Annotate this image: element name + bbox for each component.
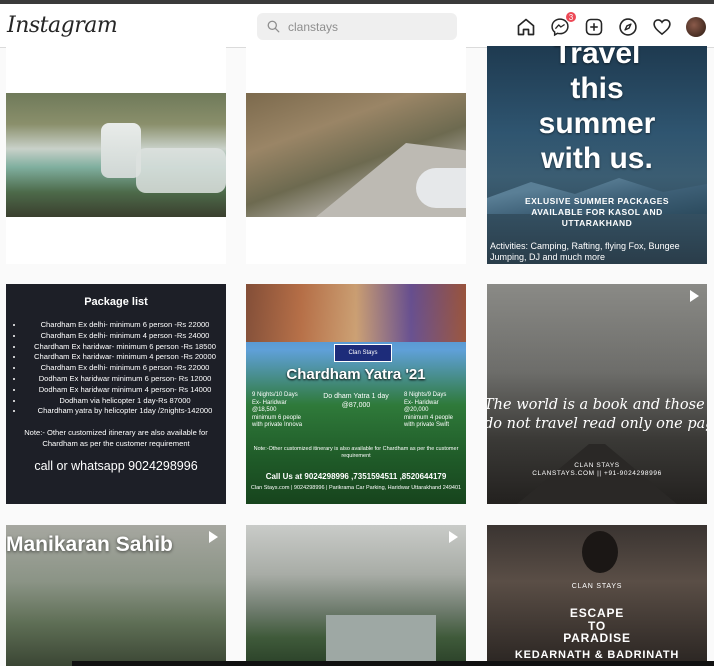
post-lake-valley[interactable] <box>246 525 466 666</box>
search-input[interactable] <box>288 19 448 34</box>
heart-icon <box>653 19 671 36</box>
poster-activities: Activities: Camping, Rafting, flying Fox… <box>490 241 680 262</box>
home-button[interactable] <box>515 16 537 38</box>
post-world-book-quote[interactable]: The world is a book and those who do not… <box>487 284 707 504</box>
package-call: call or whatsapp 9024298996 <box>34 459 198 474</box>
messenger-badge: 3 <box>565 11 577 23</box>
video-icon <box>209 531 218 543</box>
avatar <box>686 17 706 37</box>
package-item: Dodham Ex haridwar minimum 4 person- Rs … <box>24 385 226 396</box>
video-icon <box>449 531 458 543</box>
package-item: Chardham Ex haridwar- minimum 6 person -… <box>24 342 226 353</box>
chardham-footer: Clan Stays.com | 9024298996 | Parikrama … <box>250 485 462 491</box>
escape-brand: CLAN STAYS <box>571 583 623 590</box>
instagram-logo[interactable]: Instagram <box>7 13 118 38</box>
chardham-call: Call Us at 9024298996 ,7351594511 ,85206… <box>265 472 447 481</box>
home-icon <box>517 18 535 36</box>
escape-places: KEDARNATH & BADRINATH <box>514 649 680 661</box>
clan-stays-logo: Clan Stays <box>334 344 392 362</box>
manikaran-title: Manikaran Sahib <box>6 533 173 556</box>
mountain-road-image <box>246 93 466 217</box>
poster-headline: Travel this summer with us. <box>538 46 656 175</box>
lake-water <box>326 615 436 666</box>
person-silhouette <box>582 531 618 573</box>
chardham-note: Note:-Other customized itinerary is also… <box>253 446 459 459</box>
profile-button[interactable] <box>685 16 707 38</box>
poster-packages: EXLUSIVE SUMMER PACKAGES AVAILABLE FOR K… <box>524 196 670 228</box>
video-icon <box>690 290 699 302</box>
new-post-icon <box>585 18 603 36</box>
chardham-center-offer: Do dham Yatra 1 day @87,000 <box>323 393 389 409</box>
explore-grid: Travel this summer with us. EXLUSIVE SUM… <box>0 46 714 666</box>
post-chardham-yatra[interactable]: Clan Stays Chardham Yatra '21 9 Nights/1… <box>246 284 466 504</box>
package-item: Chardham Ex delhi- minimum 6 person -Rs … <box>24 363 226 374</box>
package-item: Chardham Ex haridwar- minimum 4 person -… <box>24 352 226 363</box>
package-item: Dodham Ex haridwar minimum 6 person- Rs … <box>24 374 226 385</box>
waterfall-image <box>6 93 226 217</box>
horizontal-scrollbar[interactable] <box>72 661 714 666</box>
post-manikaran-sahib[interactable]: Manikaran Sahib <box>6 525 226 666</box>
top-nav-bar: Instagram 3 <box>0 4 714 48</box>
package-title: Package list <box>84 296 148 308</box>
search-icon <box>267 20 280 33</box>
package-item: Chardham yatra by helicopter 1day /2nigh… <box>24 406 226 417</box>
activity-button[interactable] <box>651 16 673 38</box>
package-item: Chardham Ex delhi- minimum 4 person -Rs … <box>24 331 226 342</box>
quote-text: The world is a book and those who do not… <box>487 397 707 432</box>
new-post-button[interactable] <box>583 16 605 38</box>
temples-collage <box>246 284 466 342</box>
chardham-title: Chardham Yatra '21 <box>286 366 426 383</box>
post-package-list[interactable]: Package list Chardham Ex delhi- minimum … <box>6 284 226 504</box>
explore-button[interactable] <box>617 16 639 38</box>
nav-icons: 3 <box>515 11 707 38</box>
package-item: Dodham via helicopter 1 day-Rs 87000 <box>24 396 226 407</box>
post-travel-summer[interactable]: Travel this summer with us. EXLUSIVE SUM… <box>487 46 707 264</box>
explore-icon <box>619 18 637 36</box>
post-waterfall[interactable] <box>6 46 226 264</box>
package-note: Note:- Other customized itinerary are al… <box>24 428 208 449</box>
quote-brand: CLAN STAYS CLANSTAYS.COM || +91-90242989… <box>532 462 662 477</box>
escape-headline: ESCAPE TO PARADISE <box>563 606 631 645</box>
search-box[interactable] <box>257 13 457 40</box>
post-mountain-road[interactable] <box>246 46 466 264</box>
package-item: Chardham Ex delhi- minimum 6 person -Rs … <box>24 320 226 331</box>
post-escape-paradise[interactable]: CLAN STAYS ESCAPE TO PARADISE KEDARNATH … <box>487 525 707 666</box>
chardham-right-offer: 8 Nights/9 Days Ex- Haridwar @20,000 min… <box>404 392 454 428</box>
messenger-button[interactable]: 3 <box>549 11 577 38</box>
package-items: Chardham Ex delhi- minimum 6 person -Rs … <box>16 320 226 417</box>
chardham-left-offer: 9 Nights/10 Days Ex- Haridwar @18,500 mi… <box>252 392 303 428</box>
